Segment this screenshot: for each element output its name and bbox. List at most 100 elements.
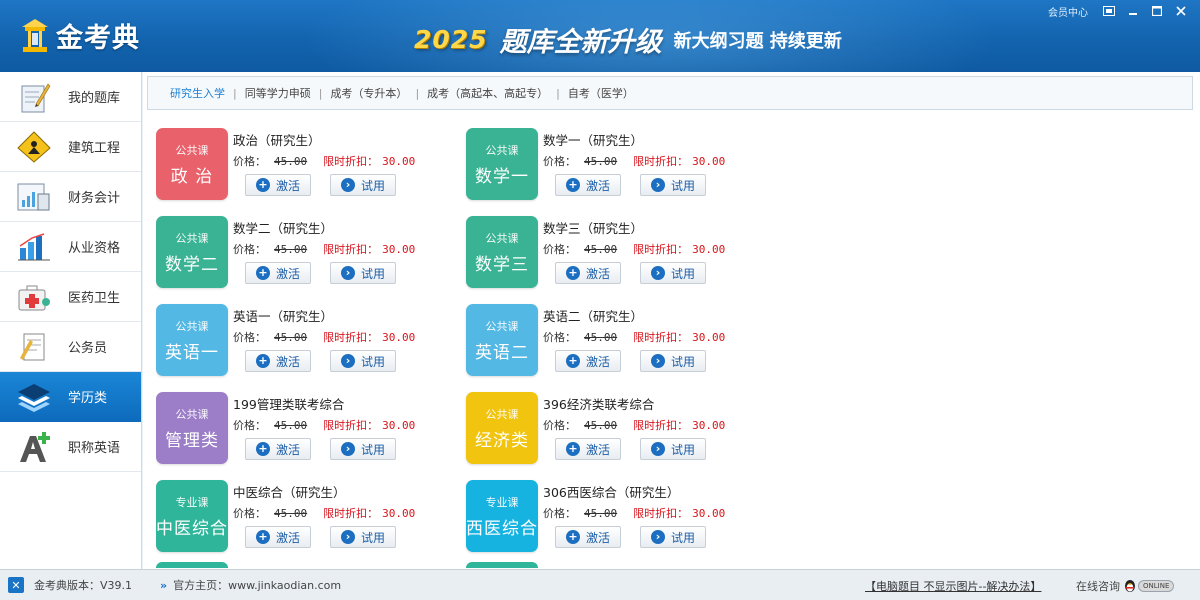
sidebar-item[interactable]: 职称英语 (0, 422, 141, 472)
sidebar-item[interactable]: 财务会计 (0, 172, 141, 222)
activate-button[interactable]: + 激活 (555, 350, 621, 372)
price-label: 价格： (543, 507, 576, 520)
homepage-link[interactable]: 官方主页：www.jinkaodian.com (173, 577, 341, 593)
window-controls: 会员中心 (1048, 2, 1192, 20)
activate-button[interactable]: + 激活 (245, 350, 311, 372)
skin-button[interactable] (1098, 2, 1120, 20)
logo-pavilion-icon (20, 17, 50, 55)
trial-button[interactable]: › 试用 (330, 438, 396, 460)
trial-button[interactable]: › 试用 (640, 438, 706, 460)
online-consult-button[interactable]: 在线咨询 ONLINE (1076, 578, 1175, 594)
trial-button[interactable]: › 试用 (640, 174, 706, 196)
plus-circle-icon: + (255, 266, 270, 280)
activate-label: 激活 (275, 442, 300, 457)
activate-button[interactable]: + 激活 (245, 438, 311, 460)
course-thumbnail[interactable]: 专业课 西医综合 (466, 480, 538, 552)
activate-label: 激活 (585, 530, 610, 545)
price-row: 价格： 45.00 限时折扣： 30.00 (543, 505, 725, 521)
arrow-circle-icon: › (650, 354, 665, 368)
course-category: 公共课 (175, 319, 209, 333)
activate-label: 激活 (585, 442, 610, 457)
course-category: 专业课 (175, 495, 209, 509)
plus-circle-icon: + (255, 442, 270, 456)
trial-button[interactable]: › 试用 (330, 350, 396, 372)
course-subject: 经济类 (475, 430, 529, 451)
trial-button[interactable]: › 试用 (640, 526, 706, 548)
exam-tab[interactable]: 成考（专升本） (322, 85, 415, 101)
course-title: 199管理类联考综合 (233, 397, 345, 412)
course-card: 公共课 数学一 数学一（研究生） 价格： 45.00 限时折扣： 30.00 + 激活 › 试用 (466, 128, 756, 202)
next-card-hint (156, 562, 228, 568)
plus-circle-icon: + (255, 530, 270, 544)
close-icon (1176, 6, 1186, 16)
maximize-icon (1152, 6, 1162, 16)
arrow-circle-icon: › (650, 442, 665, 456)
course-card: 专业课 中医综合 中医综合（研究生） 价格： 45.00 限时折扣： 30.00 + 激活 › 试用 (156, 480, 446, 554)
exam-tab[interactable]: 研究生入学 (162, 85, 233, 101)
exam-tabs: 研究生入学 | 同等学力申硕 | 成考（专升本） | 成考（高起本、高起专） | 自考（医学） (147, 76, 1193, 110)
course-thumbnail[interactable]: 公共课 英语二 (466, 304, 538, 376)
course-title: 396经济类联考综合 (543, 397, 655, 412)
sidebar-item[interactable]: 我的题库 (0, 72, 141, 122)
main-content: 研究生入学 | 同等学力申硕 | 成考（专升本） | 成考（高起本、高起专） | 自考（医学） … (143, 72, 1200, 569)
exam-tab[interactable]: 成考（高起本、高起专） (419, 85, 556, 101)
course-thumbnail[interactable]: 公共课政 治 (156, 128, 228, 200)
minimize-button[interactable] (1122, 2, 1144, 20)
activate-button[interactable]: + 激活 (245, 174, 311, 196)
arrow-circle-icon: › (650, 530, 665, 544)
discount-label: 限时折扣： (633, 331, 689, 344)
activate-label: 激活 (275, 178, 300, 193)
discount-label: 限时折扣： (323, 243, 379, 256)
activate-label: 激活 (275, 530, 300, 545)
discount-price: 30.00 (382, 507, 416, 520)
activate-button[interactable]: + 激活 (555, 262, 621, 284)
trial-button[interactable]: › 试用 (640, 350, 706, 372)
exam-tab[interactable]: 同等学力申硕 (237, 85, 319, 101)
exam-tab[interactable]: 自考（医学） (560, 85, 642, 101)
course-thumbnail[interactable]: 公共课 数学三 (466, 216, 538, 288)
activate-button[interactable]: + 激活 (555, 526, 621, 548)
course-thumbnail[interactable]: 公共课 英语一 (156, 304, 228, 376)
trial-button[interactable]: › 试用 (330, 526, 396, 548)
course-title: 数学三（研究生） (543, 221, 644, 236)
course-thumbnail[interactable]: 公共课 管理类 (156, 392, 228, 464)
sidebar-item[interactable]: 学历类 (0, 372, 141, 422)
activate-button[interactable]: + 激活 (245, 262, 311, 284)
course-subject: 数学二 (165, 254, 219, 275)
discount-price: 30.00 (382, 243, 416, 256)
discount-price: 30.00 (692, 155, 726, 168)
sidebar-item[interactable]: 建筑工程 (0, 122, 141, 172)
course-category: 公共课 (485, 407, 519, 421)
sidebar-item[interactable]: 公务员 (0, 322, 141, 372)
image-help-link[interactable]: 【电脑题目 不显示图片--解决办法】 (865, 578, 1041, 594)
trial-button[interactable]: › 试用 (330, 174, 396, 196)
price-row: 价格： 45.00 限时折扣： 30.00 (543, 417, 725, 433)
member-center-link[interactable]: 会员中心 (1048, 4, 1088, 19)
trial-button[interactable]: › 试用 (330, 262, 396, 284)
price-label: 价格： (543, 155, 576, 168)
sidebar-item-label: 职称英语 (68, 441, 121, 456)
course-card: 公共课 管理类 199管理类联考综合 价格： 45.00 限时折扣： 30.00 + 激活 › 试用 (156, 392, 446, 466)
sidebar-item[interactable]: 从业资格 (0, 222, 141, 272)
app-small-logo-icon: ✕ (8, 577, 24, 593)
sidebar-item[interactable]: 医药卫生 (0, 272, 141, 322)
course-thumbnail[interactable]: 公共课 数学二 (156, 216, 228, 288)
discount-label: 限时折扣： (323, 155, 379, 168)
course-thumbnail[interactable]: 公共课 经济类 (466, 392, 538, 464)
close-button[interactable] (1170, 2, 1192, 20)
maximize-button[interactable] (1146, 2, 1168, 20)
banner-year: 2025 (414, 25, 488, 54)
trial-button[interactable]: › 试用 (640, 262, 706, 284)
price-row: 价格： 45.00 限时折扣： 30.00 (543, 329, 725, 345)
price-row: 价格： 45.00 限时折扣： 30.00 (233, 505, 415, 521)
activate-button[interactable]: + 激活 (245, 526, 311, 548)
course-thumbnail[interactable]: 公共课 数学一 (466, 128, 538, 200)
app-logo: 金考典 (20, 16, 140, 55)
document-pen-icon (14, 328, 54, 366)
trial-label: 试用 (670, 178, 695, 193)
activate-button[interactable]: + 激活 (555, 174, 621, 196)
course-thumbnail[interactable]: 专业课 中医综合 (156, 480, 228, 552)
original-price: 45.00 (274, 243, 308, 256)
discount-price: 30.00 (692, 331, 726, 344)
activate-button[interactable]: + 激活 (555, 438, 621, 460)
